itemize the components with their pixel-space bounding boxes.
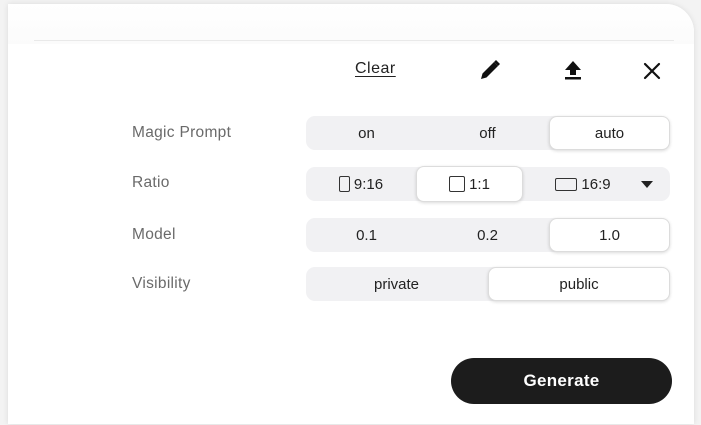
model-option-1-0[interactable]: 1.0 [549,218,670,252]
landscape-ratio-icon [555,177,578,191]
panel-header-area [8,4,694,44]
visibility-option-public[interactable]: public [488,267,670,301]
upload-icon[interactable] [562,59,584,81]
ratio-option-9-16[interactable]: 9:16 [306,167,416,201]
magic-prompt-option-auto[interactable]: auto [549,116,670,150]
close-icon[interactable] [641,60,663,82]
divider [34,40,674,41]
ratio-option-label: 9:16 [353,175,384,193]
portrait-ratio-icon [338,176,350,192]
ratio-option-16-9[interactable]: 16:9 [523,167,643,201]
visibility-segmented-control: private public [306,267,670,301]
model-option-0-1[interactable]: 0.1 [306,218,427,252]
magic-prompt-option-off[interactable]: off [427,116,548,150]
magic-prompt-segmented-control: on off auto [306,116,670,150]
ratio-option-label: 1:1 [469,175,490,193]
ratio-option-1-1[interactable]: 1:1 [416,166,523,202]
model-segmented-control: 0.1 0.2 1.0 [306,218,670,252]
visibility-label: Visibility [132,275,191,292]
visibility-option-private[interactable]: private [306,267,487,301]
magic-prompt-option-on[interactable]: on [306,116,427,150]
square-ratio-icon [449,176,466,192]
ratio-segmented-control: 9:16 1:1 16:9 [306,166,670,202]
model-option-0-2[interactable]: 0.2 [427,218,548,252]
ratio-label: Ratio [132,174,170,191]
magic-prompt-label: Magic Prompt [132,124,232,141]
generate-button[interactable]: Generate [451,358,672,404]
clear-link[interactable]: Clear [355,60,396,78]
chevron-down-icon[interactable] [641,181,653,189]
model-label: Model [132,226,176,243]
pen-icon[interactable] [478,58,502,82]
ratio-option-label: 16:9 [581,175,611,193]
